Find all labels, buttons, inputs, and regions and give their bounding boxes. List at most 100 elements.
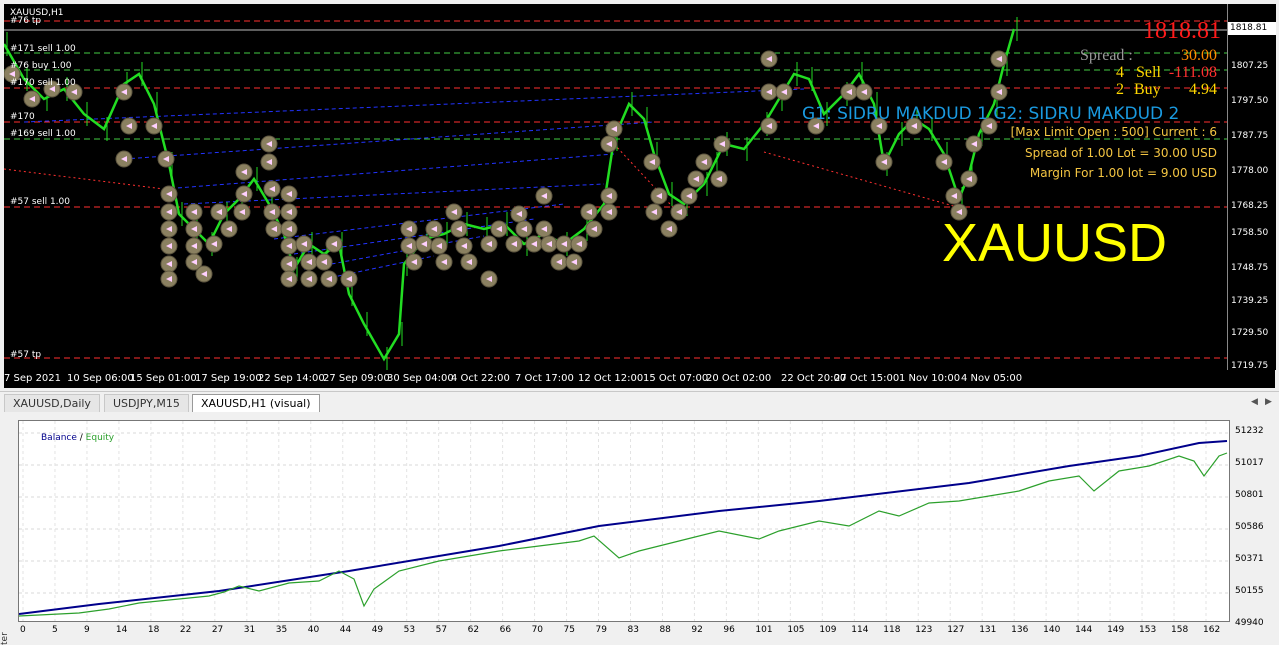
order-marker (157, 150, 175, 168)
time-tick: 7 Sep 2021 (4, 373, 62, 384)
balance-equity-graph[interactable]: Balance / Equity (18, 420, 1230, 622)
order-marker (515, 220, 533, 238)
graph-x-tick: 131 (979, 625, 997, 635)
order-marker (460, 253, 478, 271)
tester-side-tab[interactable]: ter (0, 632, 14, 645)
order-link-line (163, 153, 615, 190)
order-marker (570, 235, 588, 253)
order-marker (295, 235, 313, 253)
order-marker (280, 185, 298, 203)
order-marker (160, 270, 178, 288)
max-limit-info: [Max Limit Open : 500] Current : 6 (1010, 125, 1217, 139)
graph-x-tick: 79 (595, 625, 607, 635)
order-marker (280, 270, 298, 288)
order-marker (960, 170, 978, 188)
graph-x-tick: 136 (1011, 625, 1029, 635)
tab-usdjpy-m15[interactable]: USDJPY,M15 (104, 394, 189, 412)
graph-y-tick: 50586 (1235, 522, 1264, 532)
graph-x-tick: 0 (20, 625, 26, 635)
graph-y-tick: 49940 (1235, 618, 1264, 628)
order-marker (713, 135, 731, 153)
current-price-tag: 1818.81 (1228, 22, 1276, 35)
time-tick: 22 Sep 14:00 (258, 373, 325, 384)
price-tick: 1748.75 (1231, 263, 1269, 273)
graph-y-tick: 50371 (1235, 554, 1264, 564)
sell-count: 4 (1116, 64, 1124, 81)
spread-label: Spread : (1080, 47, 1133, 64)
graph-x-tick: 53 (403, 625, 416, 635)
order-marker (555, 235, 573, 253)
balance-equity-canvas (19, 421, 1229, 621)
order-marker (680, 187, 698, 205)
graph-x-tick: 92 (691, 625, 703, 635)
graph-x-tick: 158 (1171, 625, 1189, 635)
order-marker (585, 220, 603, 238)
price-chart[interactable]: XAUUSD,H1 #76 tp #171 sell 1.00 #76 buy … (4, 4, 1227, 370)
graph-x-tick: 22 (179, 625, 192, 635)
price-tick: 1729.50 (1231, 328, 1269, 338)
order-marker (320, 270, 338, 288)
order-marker (185, 237, 203, 255)
order-marker (260, 135, 278, 153)
order-marker (160, 237, 178, 255)
order-marker (115, 150, 133, 168)
order-marker (480, 235, 498, 253)
order-marker (115, 83, 133, 101)
graph-x-tick: 105 (787, 625, 805, 635)
order-marker (315, 253, 333, 271)
sell-profit: -111.08 (1168, 64, 1217, 81)
graph-x-tick: 153 (1139, 625, 1157, 635)
order-marker (400, 237, 418, 255)
order-marker (160, 203, 178, 221)
order-marker (710, 170, 728, 188)
spread-value: 30.00 (1181, 47, 1217, 64)
graph-x-tick: 35 (275, 625, 288, 635)
time-axis[interactable]: 7 Sep 2021 10 Sep 06:00 15 Sep 01:00 17 Sep… (4, 370, 1275, 388)
chart-window[interactable]: XAUUSD,H1 #76 tp #171 sell 1.00 #76 buy … (0, 0, 1279, 391)
order-marker (760, 50, 778, 68)
trend-line (763, 151, 965, 210)
order-link-line (123, 121, 655, 160)
order-marker (400, 220, 418, 238)
order-marker (340, 270, 358, 288)
time-tick: 17 Sep 19:00 (195, 373, 262, 384)
graph-x-tick: 31 (243, 625, 256, 635)
order-marker (185, 220, 203, 238)
order-marker (605, 120, 623, 138)
graph-x-tick: 162 (1203, 625, 1221, 635)
order-marker (145, 117, 163, 135)
tab-scroll-left-icon[interactable]: ◀ (1248, 396, 1261, 409)
order-marker (160, 185, 178, 203)
trade-label-170: #170 (10, 112, 35, 122)
time-tick: 4 Nov 05:00 (961, 373, 1023, 384)
order-marker (775, 83, 793, 101)
group-names: G1: SIDRU MAKDUD 1 G2: SIDRU MAKDUD 2 (802, 104, 1180, 124)
time-tick: 30 Sep 04:00 (387, 373, 454, 384)
order-marker (23, 90, 41, 108)
order-marker (855, 83, 873, 101)
sell-label: Sell (1136, 64, 1161, 81)
graph-x-tick: 114 (851, 625, 869, 635)
order-marker (280, 237, 298, 255)
order-marker (760, 117, 778, 135)
chart-tabs: XAUUSD,Daily USDJPY,M15 XAUUSD,H1 (visua… (0, 391, 1279, 413)
time-tick: 20 Oct 02:00 (706, 373, 772, 384)
current-price-display: 1818.81 (1143, 18, 1221, 44)
order-marker (195, 265, 213, 283)
price-axis[interactable]: 1807.25 1797.50 1787.75 1778.00 1768.25 1758.… (1227, 4, 1276, 371)
graph-x-tick: 123 (915, 625, 933, 635)
trade-label-76-tp: #76 tp (10, 16, 42, 26)
order-marker (965, 135, 983, 153)
tab-xauusd-h1-visual[interactable]: XAUUSD,H1 (visual) (192, 394, 320, 412)
legend-separator: / (76, 433, 86, 443)
symbol-label: XAUUSD (942, 213, 1168, 273)
order-marker (263, 180, 281, 198)
time-tick: 15 Sep 01:00 (130, 373, 197, 384)
price-chart-canvas (4, 17, 1227, 370)
tab-xauusd-daily[interactable]: XAUUSD,Daily (4, 394, 100, 412)
graph-x-tick: 118 (883, 625, 901, 635)
order-marker (535, 187, 553, 205)
order-marker (405, 253, 423, 271)
tab-scroll-right-icon[interactable]: ▶ (1262, 396, 1275, 409)
graph-y-tick: 50801 (1235, 490, 1264, 500)
